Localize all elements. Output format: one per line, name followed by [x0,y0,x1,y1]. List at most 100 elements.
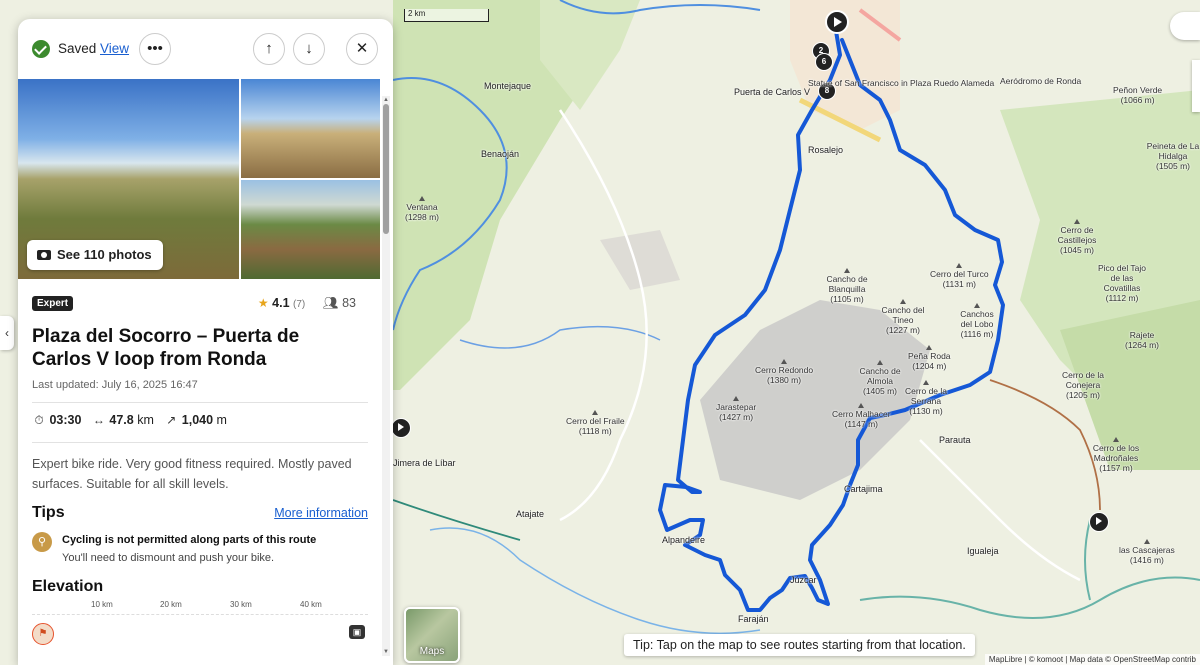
map-label: (1066 m) [1120,95,1155,105]
ascent-value: 1,040 [181,413,214,427]
map-attribution[interactable]: MapLibre | © komoot | Map data © OpenStr… [984,654,1200,665]
collapse-panel-button[interactable]: ‹ [0,316,14,350]
waypoint-marker[interactable]: 6 [815,53,833,71]
people-count: 83 [342,296,356,310]
map-label: Peñon Verde [1113,85,1163,95]
map-label: (1204 m) [912,361,947,371]
map-label: Alpandeire [662,535,706,545]
map-label: Cerro del Turco [930,269,989,279]
rating[interactable]: ★ 4.1 (7) 👥︎ 83 [258,296,356,311]
map-layers-label: Maps [419,646,445,657]
divider [32,442,368,443]
map-label: (1105 m) [830,294,864,304]
previous-route-button[interactable]: ↑ [253,33,285,65]
more-horizontal-icon: ••• [147,40,163,57]
elevation-photo-icon[interactable]: ▣ [349,625,365,639]
route-photo[interactable] [241,79,380,178]
map-label: Ventana [406,202,438,212]
map-label: (1157 m) [1099,463,1133,473]
panel-topbar: Saved View ••• ↑ ↓ ✕ [18,19,393,79]
route-suggestion-icon[interactable] [391,418,411,438]
map-label: Cancho de Blanquilla [826,274,868,294]
map-label: Jimera de Líbar [393,458,456,468]
next-route-button[interactable]: ↓ [293,33,325,65]
map-label: Cancho del Tineo [881,305,925,325]
tip-body: You'll need to dismount and push your bi… [62,552,275,564]
ascent-icon: ↗ [166,413,177,427]
elevation-heading: Elevation [32,578,104,595]
route-title: Plaza del Socorro – Puerta de Carlos V l… [32,326,300,370]
scroll-thumb[interactable] [383,104,389,234]
map-label: (1416 m) [1129,555,1164,565]
map-label: Canchos del Lobo [960,309,994,329]
route-description: Expert bike ride. Very good fitness requ… [32,457,352,491]
route-photo[interactable] [241,180,380,279]
map-label: (1131 m) [942,279,976,289]
view-link[interactable]: View [100,41,129,56]
route-start-marker[interactable] [825,10,849,34]
divider [32,402,368,403]
duration-value: 03:30 [49,413,82,427]
map-label: (1116 m) [960,329,994,339]
distance-value: 47.8 [109,413,134,427]
close-button[interactable]: ✕ [346,33,378,65]
map-label: (1264 m) [1125,340,1160,350]
elevation-tick: 20 km [160,600,182,609]
more-information-link[interactable]: More information [274,506,368,520]
more-options-button[interactable]: ••• [139,33,171,65]
map-label: Cerro de la Serrana [904,386,948,406]
map-label: Cerro de los Madroñales [1092,443,1140,463]
map-label: Rajete [1129,330,1155,340]
map-label: Igualeja [967,546,999,556]
map-label: (1298 m) [405,212,440,222]
saved-label: Saved [58,41,97,56]
map-label: (1112 m) [1105,293,1139,303]
map-label: (1045 m) [1059,245,1094,255]
map-label: Parauta [939,435,971,445]
panel-scrollbar[interactable]: ▲ ▼ [382,96,390,656]
arrow-down-icon: ↓ [305,40,313,57]
map-label: Cerro Redondo [755,365,814,375]
map-label: (1380 m) [767,375,802,385]
photo-gallery[interactable]: See 110 photos [18,79,380,279]
ascent-unit: m [216,413,227,427]
rating-count: (7) [293,299,306,310]
elevation-tick: 10 km [91,600,113,609]
map-label: Júzcar [790,575,817,585]
map-label: Cerro del Fraile [566,416,625,426]
map-control-button[interactable] [1170,12,1200,40]
map-label: Benaoján [481,149,520,159]
tips-heading: Tips [32,504,65,521]
map-label: Cerro de Castillejos [1057,225,1097,245]
star-icon: ★ [257,296,269,310]
route-suggestion-icon[interactable] [1089,512,1109,532]
map-layers-button[interactable]: Maps [404,607,460,663]
map-label: Faraján [738,614,769,624]
zoom-controls[interactable] [1192,60,1200,112]
map-label: Puerta de Carlos V [734,87,811,97]
map-label: las Cascajeras [1119,545,1175,555]
elevation-axis: 10 km 20 km 30 km 40 km [32,600,368,615]
difficulty-badge: Expert [32,296,74,311]
scroll-down-arrow[interactable]: ▼ [382,648,390,656]
elevation-start-icon[interactable]: ⚑ [32,623,54,645]
map-label: (1227 m) [885,325,920,335]
map-label: Rosalejo [808,145,844,155]
map-scale: 2 km [404,9,489,22]
close-icon: ✕ [355,40,369,57]
elevation-tick: 30 km [230,600,252,609]
map-label: (1505 m) [1155,161,1190,171]
map-label: Aeródromo de Ronda [1000,76,1082,86]
people-icon: 👥︎ [322,296,339,310]
map-label: (1205 m) [1065,390,1100,400]
map-label: Pico del Tajo de las Covatillas [1097,263,1147,293]
route-stats: ⏱ 03:30 ↔ 47.8 km ↗ 1,040 m [32,413,368,431]
distance-icon: ↔ [92,413,105,427]
map-label: Cartajima [844,484,883,494]
map-label: Peña Roda [908,351,951,361]
scroll-up-arrow[interactable]: ▲ [382,96,390,104]
map-tip: Tip: Tap on the map to see routes starti… [624,634,975,656]
bike-push-icon: ⚲ [32,532,52,552]
map-label: (1405 m) [862,386,897,396]
see-photos-button[interactable]: See 110 photos [27,240,163,270]
